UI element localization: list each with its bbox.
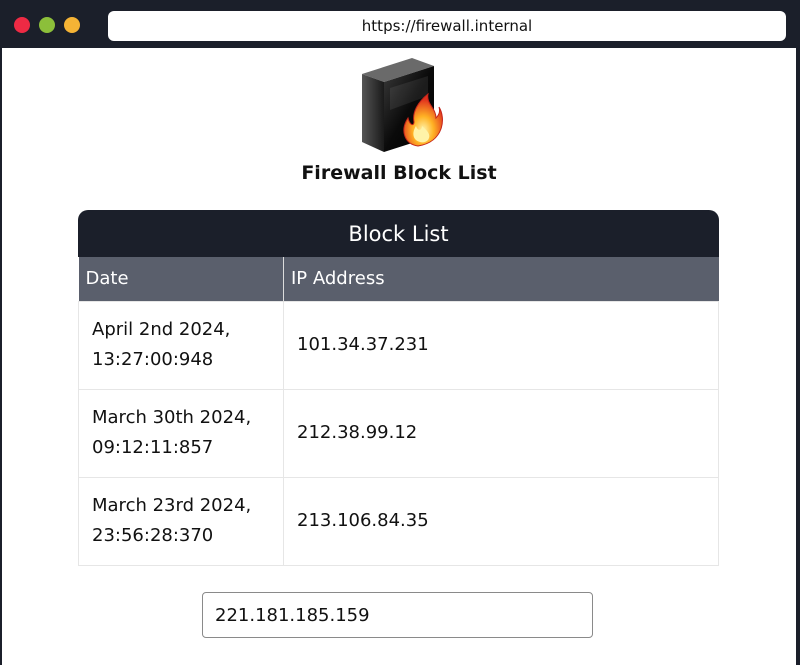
date-text: March 30th 2024, <box>92 407 252 428</box>
date-text: March 23rd 2024, <box>92 495 252 516</box>
table-header-row: Date IP Address <box>78 257 719 301</box>
url-text: https://firewall.internal <box>361 17 533 35</box>
block-list-header: Block List <box>78 210 719 257</box>
minimize-window-button[interactable] <box>39 17 55 33</box>
date-cell: March 30th 2024, 09:12:11:857 <box>78 388 284 478</box>
page-content: Firewall Block List Block List Date IP A… <box>2 48 796 665</box>
block-list-panel: Block List Date IP Address April 2nd 202… <box>78 210 719 566</box>
table-row: April 2nd 2024, 13:27:00:948 101.34.37.2… <box>78 300 719 390</box>
date-cell: April 2nd 2024, 13:27:00:948 <box>78 300 284 390</box>
date-cell: March 23rd 2024, 23:56:28:370 <box>78 476 284 566</box>
time-text: 09:12:11:857 <box>92 437 214 458</box>
title-bar: https://firewall.internal <box>0 0 800 50</box>
address-bar[interactable]: https://firewall.internal <box>108 11 786 41</box>
time-text: 23:56:28:370 <box>92 525 214 546</box>
time-text: 13:27:00:948 <box>92 349 214 370</box>
column-header-date: Date <box>78 257 284 301</box>
ip-address-cell: 212.38.99.12 <box>283 388 719 478</box>
page-title: Firewall Block List <box>301 162 497 184</box>
block-list-table: Date IP Address April 2nd 2024, 13:27:00… <box>78 257 719 566</box>
column-header-ip-address: IP Address <box>283 257 719 301</box>
date-text: April 2nd 2024, <box>92 319 231 340</box>
table-row: March 23rd 2024, 23:56:28:370 213.106.84… <box>78 476 719 566</box>
ip-address-cell: 101.34.37.231 <box>283 300 719 390</box>
close-window-button[interactable] <box>14 17 30 33</box>
ip-address-input[interactable] <box>202 592 593 638</box>
maximize-window-button[interactable] <box>64 17 80 33</box>
firewall-server-flame-icon <box>362 58 443 152</box>
ip-address-cell: 213.106.84.35 <box>283 476 719 566</box>
browser-window: https://firewall.internal Firewall Block… <box>0 0 800 665</box>
table-row: March 30th 2024, 09:12:11:857 212.38.99.… <box>78 388 719 478</box>
